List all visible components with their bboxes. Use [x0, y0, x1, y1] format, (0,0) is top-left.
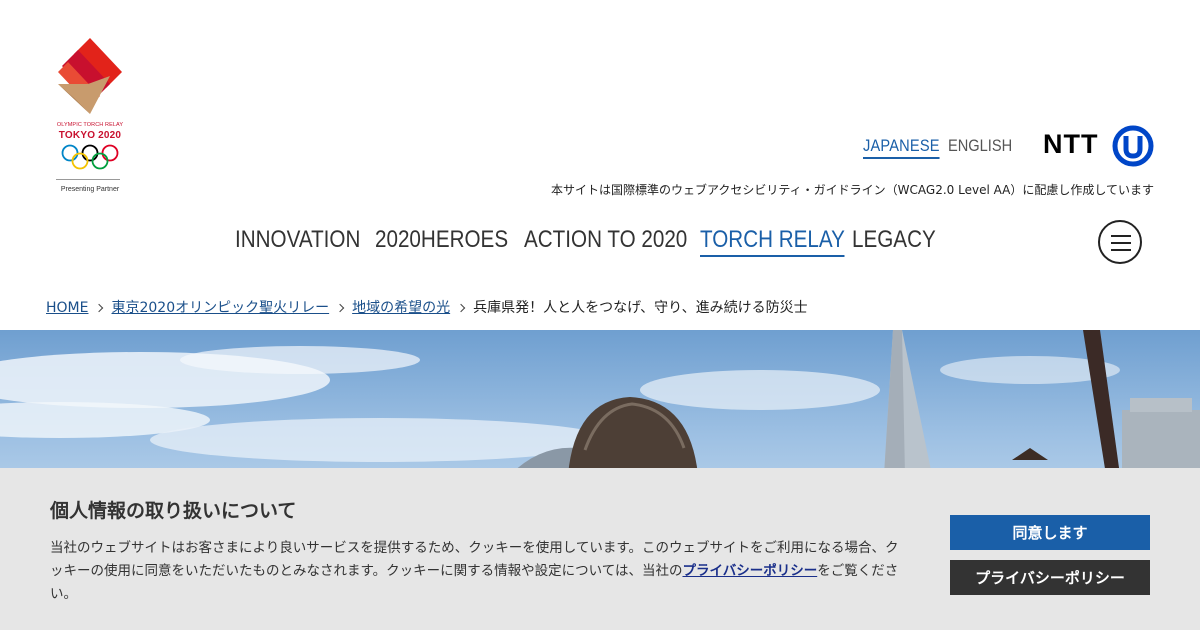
ntt-logo-text[interactable]: NTT: [1043, 129, 1098, 160]
hamburger-line: [1111, 235, 1131, 237]
logo-caption-large: TOKYO 2020: [58, 130, 122, 141]
tokyo2020-torch-relay-logo[interactable]: OLYMPIC TORCH RELAY TOKYO 2020 Presentin…: [50, 36, 130, 198]
breadcrumb-regional-hope[interactable]: 地域の希望の光: [352, 300, 450, 316]
chevron-right-icon: [456, 303, 466, 313]
chevron-right-icon: [95, 303, 104, 313]
cookie-agree-button[interactable]: 同意します: [950, 515, 1150, 550]
nav-legacy[interactable]: LEGACY: [852, 226, 936, 254]
torch-flame-emblem-icon: [58, 38, 122, 114]
breadcrumb: HOME 東京2020オリンピック聖火リレー 地域の希望の光 兵庫県発！人と人をつなげ…: [46, 297, 808, 317]
nav-action-to-2020[interactable]: ACTION TO 2020: [524, 226, 687, 254]
accessibility-note: 本サイトは国際標準のウェブアクセシビリティ・ガイドライン（WCAG2.0 Lev…: [550, 183, 1154, 197]
chevron-right-icon: [335, 303, 345, 313]
breadcrumb-current: 兵庫県発！人と人をつなげ、守り、進み続ける防災士: [473, 300, 808, 316]
hamburger-line: [1111, 249, 1131, 251]
nav-torch-relay[interactable]: TORCH RELAY: [700, 226, 845, 257]
lang-japanese-link[interactable]: JAPANESE: [863, 136, 940, 159]
nav-2020heroes[interactable]: 2020HEROES: [375, 226, 508, 254]
cookie-banner-title: 個人情報の取り扱いについて: [50, 500, 297, 522]
global-nav: INNOVATION 2020HEROES ACTION TO 2020 TOR…: [0, 226, 1200, 262]
logo-caption-small: OLYMPIC TORCH RELAY: [56, 122, 124, 128]
nav-innovation[interactable]: INNOVATION: [235, 226, 360, 254]
hamburger-menu-button[interactable]: [1098, 220, 1142, 264]
hamburger-line: [1111, 242, 1131, 244]
olympic-rings-icon: [61, 144, 119, 170]
logo-divider: [56, 179, 120, 180]
breadcrumb-torch-relay[interactable]: 東京2020オリンピック聖火リレー: [111, 300, 329, 316]
breadcrumb-home[interactable]: HOME: [46, 300, 88, 316]
cookie-banner-text: 当社のウェブサイトはお客さまにより良いサービスを提供するため、クッキーを使用して…: [50, 537, 910, 606]
lang-english-link[interactable]: ENGLISH: [948, 136, 1012, 156]
cookie-privacy-policy-link[interactable]: プライバシーポリシー: [682, 563, 817, 579]
presenting-partner-label: Presenting Partner: [60, 186, 120, 193]
privacy-policy-button[interactable]: プライバシーポリシー: [950, 560, 1150, 595]
ntt-logo-mark-icon[interactable]: [1112, 125, 1154, 167]
cookie-consent-banner: 個人情報の取り扱いについて 当社のウェブサイトはお客さまにより良いサービスを提供…: [0, 468, 1200, 630]
